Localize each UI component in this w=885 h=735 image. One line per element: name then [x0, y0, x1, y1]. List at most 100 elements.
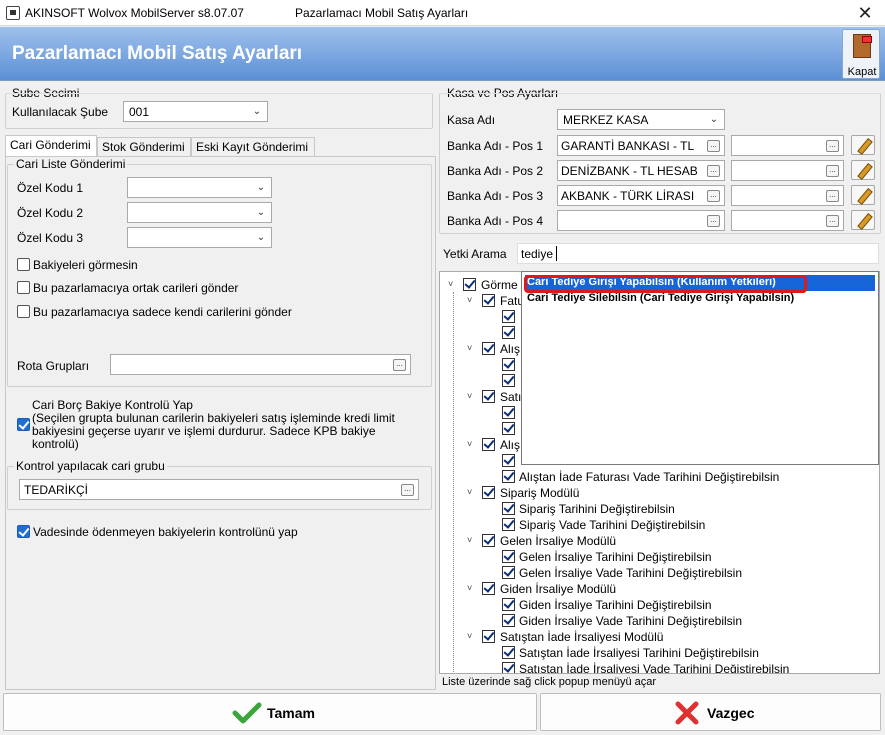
kasa-adi-select[interactable]: MERKEZ KASA ⌄ — [557, 109, 725, 130]
exit-sign-icon — [862, 36, 872, 43]
pos-2-bank-field[interactable]: DENİZBANK - TL HESAB ... — [557, 160, 725, 181]
bakiyeler-checkbox[interactable] — [17, 258, 30, 271]
sube-select-value: 001 — [129, 105, 150, 119]
pos-4-edit-pencil-icon[interactable] — [851, 210, 875, 230]
collapse-toggle-icon[interactable]: ˅ — [467, 487, 477, 497]
tree-checkbox[interactable] — [502, 614, 515, 627]
tree-checkbox[interactable] — [502, 662, 515, 673]
ortak-cariler-checkbox[interactable] — [17, 281, 30, 294]
tree-checkbox[interactable] — [502, 374, 515, 387]
ellipsis-button[interactable]: ... — [826, 190, 839, 202]
tree-checkbox[interactable] — [463, 278, 476, 291]
tree-checkbox[interactable] — [502, 406, 515, 419]
pos-1-bank-field[interactable]: GARANTİ BANKASI - TL ... — [557, 135, 725, 156]
tree-node[interactable]: Gelen İrsaliye Modülü — [500, 534, 616, 548]
ozel-kodu-2-select[interactable]: ⌄ — [127, 202, 272, 223]
pos-4-extra-field[interactable]: ... — [731, 210, 844, 231]
tree-checkbox[interactable] — [482, 342, 495, 355]
tree-checkbox[interactable] — [502, 502, 515, 515]
pos-3-edit-pencil-icon[interactable] — [851, 185, 875, 205]
collapse-toggle-icon[interactable]: ˅ — [467, 583, 477, 593]
tree-checkbox[interactable] — [482, 534, 495, 547]
tree-checkbox[interactable] — [482, 390, 495, 403]
ellipsis-button[interactable]: ... — [401, 484, 414, 496]
tree-checkbox[interactable] — [482, 630, 495, 643]
kendi-cariler-label: Bu pazarlamacıya sadece kendi carilerini… — [33, 305, 292, 319]
tree-node[interactable]: Giden İrsaliye Vade Tarihini Değiştirebi… — [519, 614, 742, 628]
tree-checkbox[interactable] — [502, 518, 515, 531]
rota-gruplari-field[interactable]: ... — [110, 354, 411, 375]
ozel-kodu-1-select[interactable]: ⌄ — [127, 177, 272, 198]
ellipsis-button[interactable]: ... — [826, 140, 839, 152]
pos-3-extra-field[interactable]: ... — [731, 185, 844, 206]
kasa-adi-label: Kasa Adı — [447, 113, 496, 127]
tree-checkbox[interactable] — [502, 646, 515, 659]
tree-node[interactable]: Alıştan İade Faturası Vade Tarihini Deği… — [519, 470, 779, 484]
vadesinde-checkbox[interactable] — [17, 525, 30, 538]
pos-2-extra-field[interactable]: ... — [731, 160, 844, 181]
tab-stok-gonderimi[interactable]: Stok Gönderimi — [97, 137, 191, 157]
ellipsis-button[interactable]: ... — [826, 215, 839, 227]
suggestion-item-1[interactable]: Cari Tediye Silebilsin (Cari Tediye Giri… — [527, 292, 794, 304]
yetki-suggestion-list[interactable]: Cari Tediye Girişi Yapabilsin (Kullanım … — [521, 271, 879, 465]
ellipsis-button[interactable]: ... — [707, 215, 720, 227]
pos-4-bank-field[interactable]: ... — [557, 210, 725, 231]
kontrol-grubu-field[interactable]: TEDARİKÇİ ... — [19, 479, 419, 500]
yetki-arama-input[interactable]: tediye — [517, 243, 879, 264]
pos-3-label: Banka Adı - Pos 3 — [447, 189, 544, 203]
collapse-toggle-icon[interactable]: ˅ — [467, 535, 477, 545]
collapse-toggle-icon[interactable]: ˅ — [448, 279, 458, 289]
tree-checkbox[interactable] — [482, 294, 495, 307]
tree-node[interactable]: Giden İrsaliye Tarihini Değiştirebilsin — [519, 598, 712, 612]
tree-checkbox[interactable] — [482, 438, 495, 451]
pos-1-edit-pencil-icon[interactable] — [851, 135, 875, 155]
tamam-button[interactable]: Tamam — [3, 693, 537, 731]
tree-node[interactable]: Giden İrsaliye Modülü — [500, 582, 616, 596]
ellipsis-button[interactable]: ... — [707, 140, 720, 152]
vazgec-button[interactable]: Vazgec — [540, 693, 881, 731]
tree-checkbox[interactable] — [502, 550, 515, 563]
pos-1-extra-field[interactable]: ... — [731, 135, 844, 156]
borc-kontrol-checkbox[interactable] — [17, 418, 30, 431]
header-banner: Pazarlamacı Mobil Satış Ayarları — [0, 27, 885, 81]
tree-checkbox[interactable] — [502, 454, 515, 467]
tree-node[interactable]: Sipariş Modülü — [500, 486, 579, 500]
tree-checkbox[interactable] — [502, 422, 515, 435]
tree-checkbox[interactable] — [502, 358, 515, 371]
tree-checkbox[interactable] — [502, 470, 515, 483]
kapat-button[interactable]: Kapat — [842, 29, 880, 79]
tab-eski-kayit-gonderimi[interactable]: Eski Kayıt Gönderimi — [191, 137, 315, 157]
tree-checkbox[interactable] — [502, 598, 515, 611]
collapse-toggle-icon[interactable]: ˅ — [467, 343, 477, 353]
ellipsis-button[interactable]: ... — [707, 190, 720, 202]
tree-node[interactable]: Sipariş Tarihini Değiştirebilsin — [519, 502, 675, 516]
tree-checkbox[interactable] — [502, 566, 515, 579]
tree-checkbox[interactable] — [502, 326, 515, 339]
tab-cari-gonderimi[interactable]: Cari Gönderimi — [5, 135, 97, 157]
tree-node[interactable]: Sipariş Vade Tarihini Değiştirebilsin — [519, 518, 705, 532]
tree-checkbox[interactable] — [482, 486, 495, 499]
pos-3-bank-field[interactable]: AKBANK - TÜRK LİRASI ... — [557, 185, 725, 206]
kendi-cariler-checkbox[interactable] — [17, 305, 30, 318]
ellipsis-button[interactable]: ... — [826, 165, 839, 177]
collapse-toggle-icon[interactable]: ˅ — [467, 439, 477, 449]
collapse-toggle-icon[interactable]: ˅ — [467, 295, 477, 305]
pos-2-edit-pencil-icon[interactable] — [851, 160, 875, 180]
ozel-kodu-3-select[interactable]: ⌄ — [127, 227, 272, 248]
tree-node[interactable]: Alış — [500, 342, 520, 356]
ellipsis-button[interactable]: ... — [707, 165, 720, 177]
tree-node[interactable]: Gelen İrsaliye Tarihini Değiştirebilsin — [519, 550, 712, 564]
tree-node[interactable]: Satıştan İade İrsaliyesi Vade Tarihini D… — [519, 662, 789, 673]
collapse-toggle-icon[interactable]: ˅ — [467, 391, 477, 401]
tree-checkbox[interactable] — [482, 582, 495, 595]
tree-node[interactable]: Satıştan İade İrsaliyesi Tarihini Değişt… — [519, 646, 759, 660]
ellipsis-button[interactable]: ... — [393, 359, 406, 371]
tree-node[interactable]: Gelen İrsaliye Vade Tarihini Değiştirebi… — [519, 566, 742, 580]
tree-node[interactable]: Alış — [500, 438, 520, 452]
sube-select[interactable]: 001 ⌄ — [123, 101, 268, 122]
collapse-toggle-icon[interactable]: ˅ — [467, 631, 477, 641]
tree-node-root[interactable]: Görme — [481, 278, 518, 292]
close-window-button[interactable]: ✕ — [852, 1, 878, 25]
tree-node[interactable]: Satıştan İade İrsaliyesi Modülü — [500, 630, 663, 644]
tree-checkbox[interactable] — [502, 310, 515, 323]
